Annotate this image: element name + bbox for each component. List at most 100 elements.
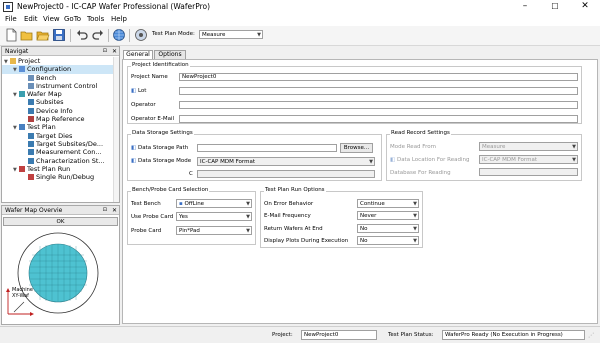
tree-item[interactable]: ▼ Test Plan [2,123,119,131]
globe-icon[interactable] [112,28,126,42]
wafer-icon [19,91,25,98]
tree-item[interactable]: Device Info [2,107,119,115]
test-plan-mode-select[interactable]: Measure ▼ [199,30,263,39]
navigator-title-bar: Navigat ⊡ ✕ [2,47,119,56]
lot-label: ◧ Lot [131,88,146,94]
menu-tools[interactable]: Tools [87,15,104,23]
tree-item-label: Subsites [36,98,64,107]
tree-item-label: Single Run/Debug [36,173,95,182]
lot-icon: ◧ [131,88,137,94]
folder-icon [10,58,16,64]
database-field[interactable] [479,168,578,176]
tree-item[interactable]: Target Subsites/De... [2,140,119,148]
display-plots-value: No [360,238,368,244]
open-folder-alt-icon[interactable] [36,28,50,42]
maximize-button[interactable]: ☐ [540,0,570,14]
return-wafers-value: No [360,226,368,232]
menu-goto[interactable]: GoTo [64,15,81,23]
tab-general[interactable]: General [123,50,153,59]
minimize-button[interactable]: – [510,0,540,14]
tree-item-label: Project [18,57,41,65]
data-location-label: ◧ Data Location For Reading [390,157,470,163]
project-name-field[interactable]: NewProject0 [179,73,578,81]
on-error-select[interactable]: Continue ▼ [357,199,419,208]
wafer-overview-title-bar: Wafer Map Overvie ⊡ ✕ [2,206,119,215]
test-plan-status-label: Test Plan Status: [388,332,434,338]
new-file-icon[interactable] [4,28,18,42]
close-button[interactable]: ✕ [570,0,600,14]
tree-item[interactable]: Subsites [2,98,119,106]
chevron-down-icon: ▼ [413,238,417,244]
menu-view[interactable]: View [43,15,60,23]
use-probe-card-value: Yes [179,214,188,220]
browse-button[interactable]: Browse... [340,143,373,153]
tree-item[interactable]: Target Dies [2,132,119,140]
close-icon[interactable]: ✕ [112,206,117,215]
app-icon [3,2,13,12]
save-icon[interactable] [52,28,66,42]
menu-help[interactable]: Help [111,15,127,23]
data-storage-mode-select[interactable]: IC-CAP MDM Format ▼ [197,157,375,166]
operator-field[interactable] [179,101,578,109]
read-record-title: Read Record Settings [390,130,451,136]
menu-file[interactable]: File [5,15,17,23]
bench-probe-title: Bench/Probe Card Selection [131,187,210,193]
chevron-down-icon: ▼ [369,159,373,165]
pin-icon[interactable]: ⊡ [103,47,107,56]
tree-item[interactable]: ▼ Configuration [2,65,119,74]
run-options-title: Test Plan Run Options [264,187,326,193]
undo-icon[interactable] [75,28,89,42]
tab-options[interactable]: Options [154,50,186,59]
tree-item[interactable]: Measurement Con... [2,148,119,156]
on-error-value: Continue [360,201,385,207]
settings-icon[interactable] [134,28,148,42]
tree-item-label: Test Plan Run [27,164,71,173]
tree-item[interactable]: ▼ Project [2,57,119,65]
ok-button[interactable]: OK [3,217,118,226]
mode-read-from-select[interactable]: Measure ▼ [479,142,578,151]
open-folder-icon[interactable] [20,28,34,42]
data-storage-mode-value: IC-CAP MDM Format [200,159,255,165]
data-storage-extra-field[interactable] [197,170,375,178]
navigator-scrollbar[interactable] [113,57,119,202]
navigator-title: Navigat [5,48,29,55]
menu-bar: File Edit View GoTo Tools Help [0,14,600,26]
email-frequency-label: E-Mail Frequency [264,213,311,219]
tree-item[interactable]: Instrument Control [2,82,119,90]
probe-card-select[interactable]: Pin*Pad ▼ [176,226,252,235]
return-wafers-select[interactable]: No ▼ [357,224,419,233]
lot-field[interactable] [179,87,578,95]
resize-grip-icon[interactable]: ⋰ [588,332,594,339]
data-location-text: Data Location For Reading [396,157,470,163]
menu-edit[interactable]: Edit [24,15,38,23]
database-label: Database For Reading [390,170,451,176]
tree-item[interactable]: ▼ Test Plan Run [2,165,119,173]
title-bar: NewProject0 - IC-CAP Wafer Professional … [0,0,600,14]
tree-item[interactable]: Bench [2,74,119,82]
pin-icon[interactable]: ⊡ [103,206,107,215]
operator-email-field[interactable] [179,115,578,123]
tree-item[interactable]: ▼ Wafer Map [2,90,119,98]
window-title: NewProject0 - IC-CAP Wafer Professional … [17,2,211,11]
gear-icon [19,66,25,73]
chevron-down-icon: ▼ [413,226,417,232]
use-probe-card-select[interactable]: Yes ▼ [176,212,252,221]
project-status-label: Project: [272,332,293,338]
data-storage-path-field[interactable] [197,144,337,152]
chevron-down-icon: ▼ [413,201,417,207]
display-plots-select[interactable]: No ▼ [357,236,419,245]
tree-item[interactable]: Characterization St... [2,157,119,165]
bench-icon: ▪ [179,201,183,207]
email-frequency-select[interactable]: Never ▼ [357,211,419,220]
tree-item[interactable]: Single Run/Debug [2,173,119,181]
operator-email-label: Operator E-Mail [131,116,174,122]
close-icon[interactable]: ✕ [112,47,117,56]
operator-label: Operator [131,102,156,108]
wafer-map-canvas[interactable] [4,228,119,324]
axis-label: Machine XY-Waf [12,287,33,299]
data-location-select[interactable]: IC-CAP MDM Format ▼ [479,155,578,164]
test-bench-select[interactable]: ▪ OffLine ▼ [176,199,252,208]
tree-item[interactable]: Map Reference [2,115,119,123]
redo-icon[interactable] [91,28,105,42]
tree-item-label: Measurement Con... [36,148,102,157]
